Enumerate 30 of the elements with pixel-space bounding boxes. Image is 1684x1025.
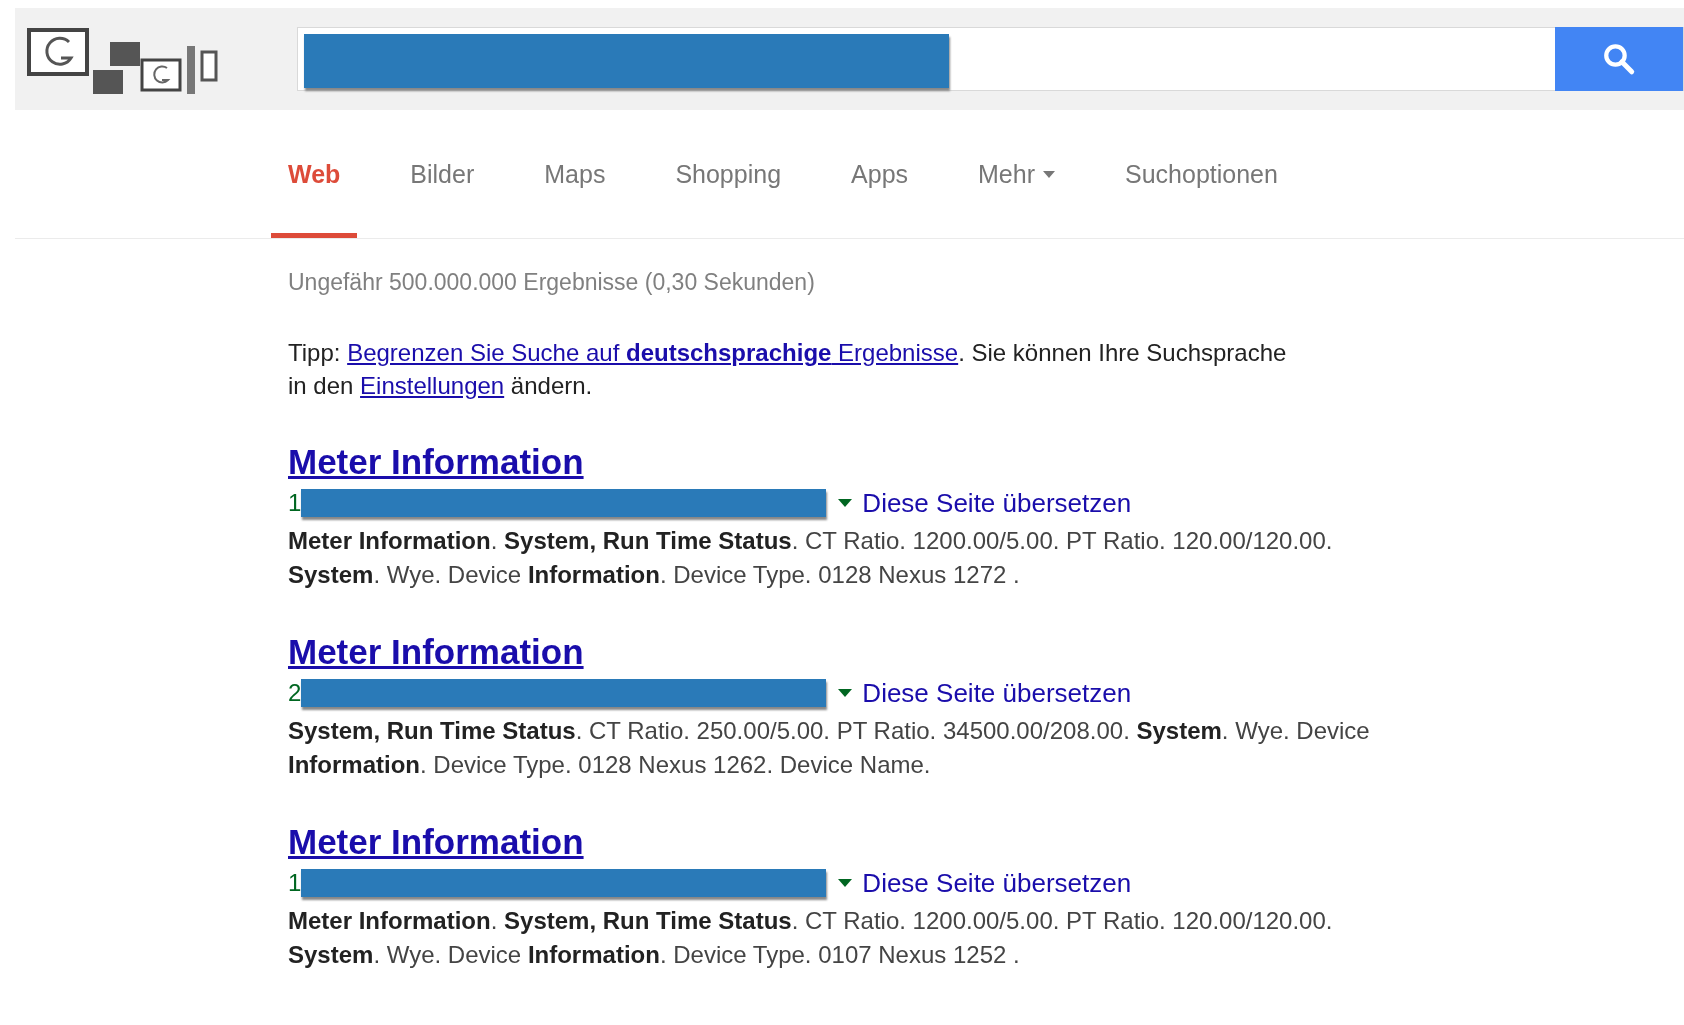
- language-link[interactable]: Begrenzen Sie Suche auf deutschsprachige Ergebnisse: [347, 339, 959, 366]
- search-icon: [1602, 42, 1636, 76]
- result-title-link[interactable]: Meter Information: [288, 822, 584, 862]
- result-stats: Ungefähr 500.000.000 Ergebnisse (0,30 Sekunden): [288, 269, 816, 296]
- result-snippet: System, Run Time Status. CT Ratio. 250.00/5.00. PT Ratio. 34500.00/208.00. System. Wye. Device Information. Device Type. 0128 Nexus 1262. Device Name.: [288, 716, 1371, 780]
- result-title-link[interactable]: Meter Information: [288, 442, 584, 482]
- translate-link[interactable]: Diese Seite übersetzen: [862, 487, 1132, 519]
- result-title-link[interactable]: Meter Information: [288, 632, 584, 672]
- result-snippet: Meter Information. System, Run Time Status. CT Ratio. 1200.00/5.00. PT Ratio. 120.00/120.00. System. Wye. Device Information. Device Type. 0128 Nexus 1272 .: [288, 526, 1334, 590]
- caret-icon[interactable]: [838, 499, 853, 507]
- search-field[interactable]: [297, 27, 1684, 91]
- tip-text: Tipp: Begrenzen Sie Suche auf deutschsprachige Ergebnisse. Sie können Ihre Suchsprache in den Einstellungen ändern.: [288, 338, 1288, 401]
- result-url: 1: [288, 489, 302, 517]
- nav-tab[interactable]: Bilder: [393, 110, 492, 238]
- translate-link[interactable]: Diese Seite übersetzen: [862, 677, 1132, 709]
- result-url: 2: [288, 679, 302, 707]
- caret-icon[interactable]: [838, 879, 853, 887]
- nav-tab[interactable]: Shopping: [658, 110, 799, 238]
- translate-link[interactable]: Diese Seite übersetzen: [862, 867, 1132, 899]
- search-button[interactable]: [1555, 27, 1683, 91]
- result-url: 1: [288, 869, 302, 897]
- nav-tab[interactable]: Mehr: [961, 110, 1072, 238]
- nav-tab[interactable]: Suchoptionen: [1108, 110, 1295, 238]
- caret-icon: [1043, 170, 1055, 178]
- nav-tab[interactable]: Web: [271, 110, 358, 238]
- settings-link[interactable]: Einstellungen: [360, 372, 505, 399]
- result-snippet: Meter Information. System, Run Time Status. CT Ratio. 1200.00/5.00. PT Ratio. 120.00/120.00. System. Wye. Device Information. Device Type. 0107 Nexus 1252 .: [288, 906, 1334, 970]
- caret-icon[interactable]: [838, 689, 853, 697]
- nav-tab[interactable]: Maps: [527, 110, 623, 238]
- nav-tab[interactable]: Apps: [834, 110, 926, 238]
